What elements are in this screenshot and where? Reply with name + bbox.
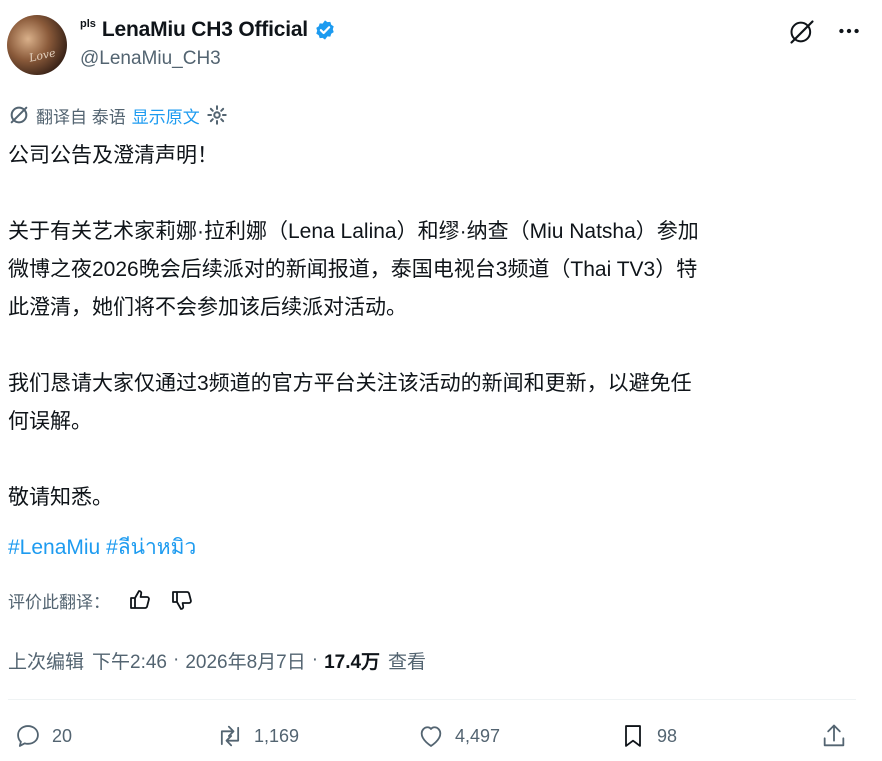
- divider: [8, 699, 856, 700]
- bookmark-icon: [619, 722, 647, 750]
- reply-icon: [14, 722, 42, 750]
- bookmark-button[interactable]: 98: [619, 720, 677, 752]
- hashtag-link[interactable]: #ลีน่าหมิว: [106, 536, 196, 559]
- verified-badge-icon: [314, 19, 336, 41]
- body-line: 我们恳请大家仅通过3频道的官方平台关注该活动的新闻和更新，以避免任: [8, 372, 692, 395]
- translate-icon: [8, 104, 30, 126]
- views-label: 查看: [388, 651, 427, 673]
- tweet-text: 公司公告及澄清声明！ 关于有关艺术家莉娜·拉利娜（Lena Lalina）和缪·…: [8, 137, 868, 517]
- grok-icon[interactable]: [788, 18, 816, 46]
- repost-icon: [216, 722, 244, 750]
- last-edited-link[interactable]: 上次编辑: [8, 647, 84, 674]
- rate-translation: 评价此翻译：: [8, 586, 194, 614]
- separator: ·: [311, 649, 319, 670]
- user-handle[interactable]: @LenaMiu_CH3: [80, 48, 221, 70]
- translation-notice: 翻译自 泰语 显示原文: [8, 103, 228, 127]
- body-line: 微博之夜2026晚会后续派对的新闻报道，泰国电视台3频道（Thai TV3）特: [8, 258, 698, 281]
- author-name-row[interactable]: pls LenaMiu CH3 Official: [80, 16, 336, 44]
- tweet-meta: 上次编辑 下午2:46 · 2026年8月7日 · 17.4万 查看: [8, 646, 426, 674]
- share-button[interactable]: [820, 720, 848, 752]
- affiliate-badge: pls: [80, 18, 96, 30]
- like-button[interactable]: 4,497: [417, 720, 500, 752]
- body-line: 何误解。: [8, 410, 92, 433]
- reply-button[interactable]: 20: [14, 720, 72, 752]
- reply-count: 20: [52, 725, 73, 746]
- repost-button[interactable]: 1,169: [216, 720, 299, 752]
- translation-settings-icon[interactable]: [206, 104, 228, 126]
- post-time[interactable]: 下午2:46: [92, 647, 167, 674]
- show-original-link[interactable]: 显示原文: [132, 103, 200, 128]
- body-line: 关于有关艺术家莉娜·拉利娜（Lena Lalina）和缪·纳查（Miu Nats…: [8, 220, 699, 243]
- heart-icon: [417, 722, 445, 750]
- repost-count: 1,169: [254, 725, 300, 746]
- rate-translation-label: 评价此翻译：: [8, 592, 110, 612]
- avatar[interactable]: Love: [7, 15, 67, 75]
- hashtag-link[interactable]: #LenaMiu: [8, 536, 100, 559]
- view-count: 17.4万: [324, 651, 381, 673]
- hashtags: #LenaMiu #ลีน่าหมิว: [8, 529, 196, 567]
- translated-from-label: 翻译自 泰语: [36, 107, 126, 127]
- body-line: 此澄清，她们将不会参加该后续派对活动。: [8, 296, 407, 319]
- post-date[interactable]: 2026年8月7日: [185, 647, 305, 674]
- body-line: 敬请知悉。: [8, 486, 113, 509]
- display-name[interactable]: LenaMiu CH3 Official: [102, 18, 308, 42]
- separator: ·: [173, 649, 180, 670]
- thumbs-up-icon[interactable]: [128, 588, 152, 612]
- thumbs-down-icon[interactable]: [170, 588, 194, 612]
- share-icon: [820, 722, 848, 750]
- like-count: 4,497: [455, 725, 501, 746]
- bookmark-count: 98: [657, 725, 678, 746]
- more-options-icon[interactable]: [836, 18, 862, 44]
- body-line: 公司公告及澄清声明！: [8, 144, 218, 167]
- avatar-caption: Love: [27, 46, 57, 65]
